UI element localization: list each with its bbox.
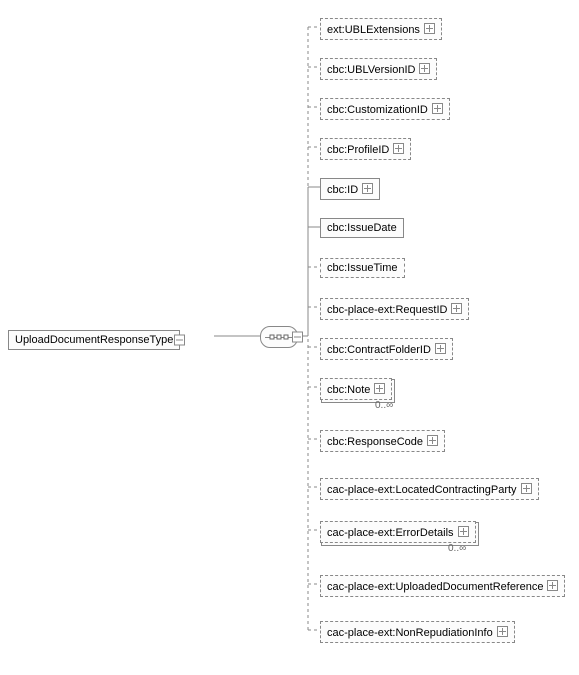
expand-icon[interactable] (393, 143, 404, 154)
element-label: cac-place-ext:LocatedContractingParty (327, 484, 517, 496)
expand-icon[interactable] (419, 63, 430, 74)
schema-element[interactable]: cbc:CustomizationID (320, 98, 450, 120)
element-label: cbc:Note (327, 384, 370, 396)
element-label: cbc:UBLVersionID (327, 64, 415, 76)
schema-element[interactable]: cbc:ResponseCode (320, 430, 445, 452)
element-label: cbc-place-ext:RequestID (327, 304, 447, 316)
schema-element[interactable]: cac-place-ext:NonRepudiationInfo (320, 621, 515, 643)
element-label: cbc:ID (327, 184, 358, 196)
cardinality-label: 0..∞ (448, 543, 466, 554)
element-label: cbc:IssueTime (327, 262, 398, 274)
collapse-icon[interactable] (292, 332, 303, 343)
expand-icon[interactable] (427, 435, 438, 446)
sequence-connector (260, 326, 298, 348)
schema-element[interactable]: cbc-place-ext:RequestID (320, 298, 469, 320)
expand-icon[interactable] (521, 483, 532, 494)
expand-icon[interactable] (458, 526, 469, 537)
element-label: cac-place-ext:ErrorDetails (327, 527, 454, 539)
schema-element[interactable]: cac-place-ext:UploadedDocumentReference (320, 575, 565, 597)
element-label: cbc:ProfileID (327, 144, 389, 156)
expand-icon[interactable] (497, 626, 508, 637)
expand-icon[interactable] (547, 580, 558, 591)
expand-icon[interactable] (374, 383, 385, 394)
root-type-label: UploadDocumentResponseType (15, 334, 173, 346)
schema-element[interactable]: cbc:UBLVersionID (320, 58, 437, 80)
element-label: cbc:IssueDate (327, 222, 397, 234)
element-label: cbc:ResponseCode (327, 436, 423, 448)
element-label: cbc:CustomizationID (327, 104, 428, 116)
schema-element[interactable]: cac-place-ext:ErrorDetails (320, 521, 476, 543)
schema-element[interactable]: cac-place-ext:LocatedContractingParty (320, 478, 539, 500)
schema-element[interactable]: cbc:ContractFolderID (320, 338, 453, 360)
element-label: ext:UBLExtensions (327, 24, 420, 36)
expand-icon[interactable] (432, 103, 443, 114)
expand-icon[interactable] (424, 23, 435, 34)
element-label: cbc:ContractFolderID (327, 344, 431, 356)
schema-element[interactable]: cbc:ID (320, 178, 380, 200)
schema-element[interactable]: cbc:Note (320, 378, 392, 400)
schema-element[interactable]: cbc:IssueTime (320, 258, 405, 278)
element-label: cac-place-ext:UploadedDocumentReference (327, 581, 543, 593)
expand-icon[interactable] (435, 343, 446, 354)
schema-element[interactable]: ext:UBLExtensions (320, 18, 442, 40)
schema-element[interactable]: cbc:IssueDate (320, 218, 404, 238)
element-label: cac-place-ext:NonRepudiationInfo (327, 627, 493, 639)
schema-element[interactable]: cbc:ProfileID (320, 138, 411, 160)
expand-icon[interactable] (451, 303, 462, 314)
expand-icon[interactable] (362, 183, 373, 194)
cardinality-label: 0..∞ (375, 400, 393, 411)
root-type-box: UploadDocumentResponseType (8, 330, 180, 350)
collapse-icon[interactable] (174, 335, 185, 346)
